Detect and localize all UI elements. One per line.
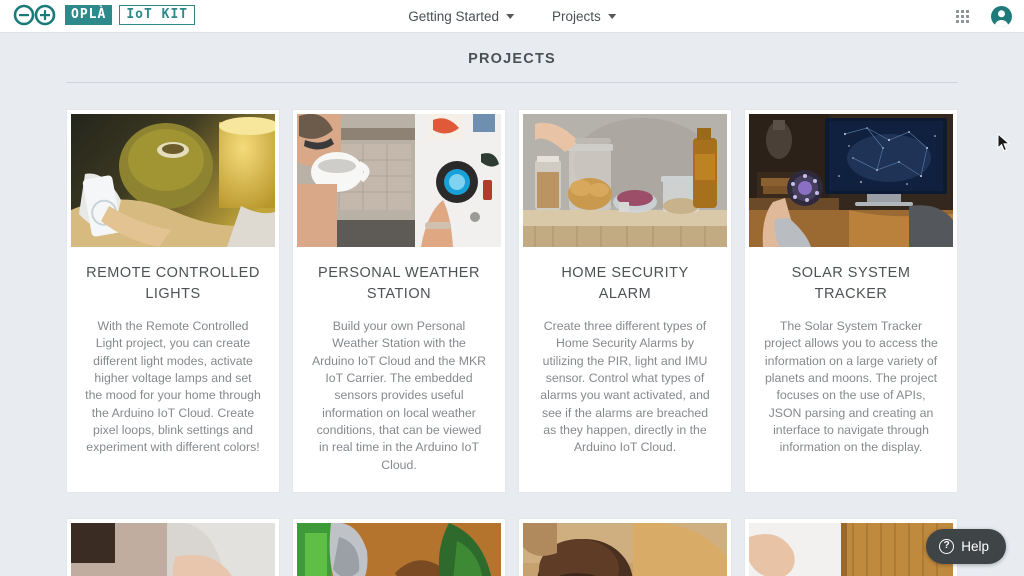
- project-card-home-security-alarm[interactable]: HOME SECURITY ALARM Create three differe…: [518, 109, 732, 493]
- help-button-label: Help: [961, 539, 989, 554]
- project-thumbnail-image: [297, 114, 501, 247]
- project-card-title: REMOTE CONTROLLED LIGHTS: [86, 265, 260, 303]
- project-thumbnail-image: [71, 522, 275, 576]
- mouse-cursor: [997, 132, 1011, 158]
- project-card-row2-1[interactable]: [66, 517, 280, 576]
- project-card-remote-controlled-lights[interactable]: REMOTE CONTROLLED LIGHTS With the Remote…: [66, 109, 280, 493]
- project-thumbnail-image: [749, 114, 953, 247]
- nav-item-projects[interactable]: Projects: [552, 9, 616, 24]
- project-thumbnail-image: [71, 114, 275, 247]
- project-thumbnail-image: [523, 522, 727, 576]
- chevron-down-icon: [506, 13, 515, 19]
- logo-opla-text: OPLÀ: [65, 5, 113, 25]
- project-card-solar-system-tracker[interactable]: SOLAR SYSTEM TRACKER The Solar System Tr…: [744, 109, 958, 493]
- project-thumbnail-image: [749, 522, 953, 576]
- top-header-bar: OPLÀ IoT KIT Getting Started Projects: [0, 0, 1024, 33]
- project-card-description: Create three different types of Home Sec…: [540, 319, 710, 455]
- question-mark-icon: ?: [939, 539, 955, 554]
- project-card-body: SOLAR SYSTEM TRACKER The Solar System Tr…: [749, 247, 953, 475]
- projects-grid-row-1: REMOTE CONTROLLED LIGHTS With the Remote…: [66, 109, 958, 493]
- help-button[interactable]: ? Help: [926, 529, 1006, 564]
- nav-label-projects: Projects: [552, 8, 601, 24]
- page-title: PROJECTS: [468, 51, 556, 67]
- user-avatar-icon[interactable]: [991, 6, 1012, 27]
- project-card-body: HOME SECURITY ALARM Create three differe…: [523, 247, 727, 475]
- brand-logo[interactable]: OPLÀ IoT KIT: [12, 4, 196, 26]
- project-card-description: The Solar System Tracker project allows …: [764, 319, 938, 455]
- project-card-row2-2[interactable]: [292, 517, 506, 576]
- project-thumbnail-image: [523, 114, 727, 247]
- project-card-description: With the Remote Controlled Light project…: [85, 319, 261, 455]
- main-navigation: Getting Started Projects: [408, 9, 616, 24]
- project-card-description: Build your own Personal Weather Station …: [311, 319, 487, 472]
- nav-label-getting-started: Getting Started: [408, 8, 500, 24]
- project-card-title: HOME SECURITY ALARM: [561, 265, 689, 303]
- project-card-title: SOLAR SYSTEM TRACKER: [791, 265, 911, 303]
- project-thumbnail-image: [297, 522, 501, 576]
- project-card-row2-3[interactable]: [518, 517, 732, 576]
- title-divider: [66, 82, 958, 83]
- header-actions: [956, 0, 1012, 33]
- project-card-personal-weather-station[interactable]: PERSONAL WEATHER STATION Build your own …: [292, 109, 506, 493]
- project-card-body: PERSONAL WEATHER STATION Build your own …: [297, 247, 501, 492]
- nav-item-getting-started[interactable]: Getting Started: [408, 8, 515, 24]
- arduino-infinity-icon: [12, 4, 58, 26]
- project-card-body: REMOTE CONTROLLED LIGHTS With the Remote…: [71, 247, 275, 475]
- chevron-down-icon: [607, 13, 616, 19]
- logo-iotkit-text: IoT KIT: [119, 5, 196, 25]
- project-card-title: PERSONAL WEATHER STATION: [318, 265, 480, 303]
- grid-apps-icon[interactable]: [956, 10, 969, 23]
- projects-grid-row-2: [66, 517, 958, 576]
